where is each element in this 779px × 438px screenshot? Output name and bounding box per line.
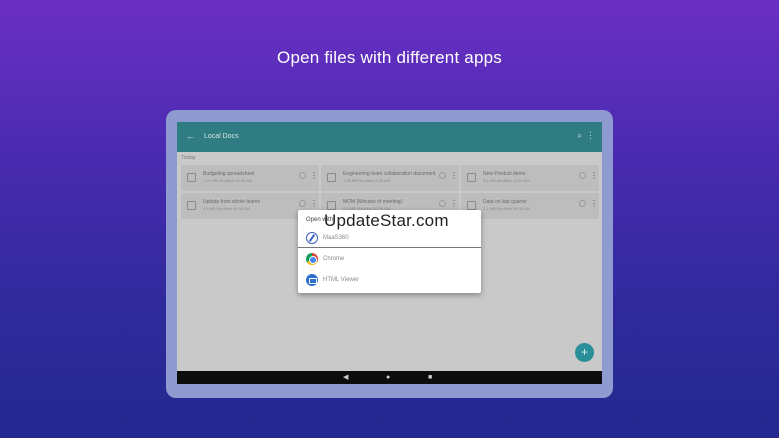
nav-back-icon[interactable]: ◀ [343, 373, 348, 382]
file-meta: 0.8 MB Modified 10:33 AM [203, 206, 250, 211]
document-icon [327, 201, 336, 210]
file-item[interactable]: Budgeting spreadsheet 1.93 MB Modified 1… [181, 165, 319, 191]
nav-recents-icon[interactable]: ■ [428, 373, 432, 382]
search-icon[interactable]: ⌕ [578, 131, 582, 141]
share-icon[interactable] [579, 172, 586, 179]
file-more-icon[interactable]: ⋮ [590, 199, 598, 208]
add-fab-button[interactable]: + [575, 343, 594, 362]
system-nav-bar: ◀ ● ■ [177, 371, 602, 384]
share-icon[interactable] [439, 172, 446, 179]
maas360-icon [306, 232, 318, 244]
file-item[interactable]: New Product demo 5.6 MB Modified 11:02 A… [461, 165, 599, 191]
option-label: HTML Viewer [323, 277, 360, 283]
file-meta: 2.1 MB Modified 08:02 AM [483, 206, 530, 211]
file-more-icon[interactable]: ⋮ [450, 199, 458, 208]
option-label: Chrome [323, 256, 345, 262]
file-more-icon[interactable]: ⋮ [590, 171, 598, 180]
option-maas360[interactable]: MaaS360 [298, 229, 481, 247]
file-meta: 5.6 MB Modified 11:02 AM [483, 178, 530, 183]
file-more-icon[interactable]: ⋮ [310, 171, 318, 180]
share-icon[interactable] [439, 200, 446, 207]
headline: Open files with different apps [277, 48, 502, 67]
chrome-icon [306, 253, 318, 265]
file-name: Engineering team collaboration document [343, 171, 436, 177]
file-more-icon[interactable]: ⋮ [310, 199, 318, 208]
file-meta: 1.93 MB Modified 10:45 AM [203, 178, 253, 183]
file-item[interactable]: Data on last quarter 2.1 MB Modified 08:… [461, 193, 599, 219]
watermark-text: UpdateStar.com [324, 211, 449, 230]
back-arrow-icon[interactable]: ← [186, 131, 195, 141]
share-icon[interactable] [579, 200, 586, 207]
file-meta: 1.05 MB Modified 9:30 AM [343, 178, 390, 183]
nav-home-icon[interactable]: ● [386, 373, 390, 382]
file-name: Update from whole teams [203, 199, 260, 205]
app-bar-title: Local Docs [204, 133, 239, 140]
file-more-icon[interactable]: ⋮ [450, 171, 458, 180]
presentation-icon [467, 173, 476, 182]
option-label: MaaS360 [323, 235, 349, 241]
document-icon [327, 173, 336, 182]
option-html-viewer[interactable]: HTML Viewer [298, 271, 481, 289]
file-name: New Product demo [483, 171, 526, 177]
open-with-dialog: Open with UpdateStar.com MaaS360 Chrome … [298, 210, 481, 293]
spreadsheet-icon [467, 201, 476, 210]
section-header-today: Today [181, 155, 196, 161]
file-name: Data on last quarter [483, 199, 527, 205]
file-item[interactable]: Engineering team collaboration document … [321, 165, 459, 191]
share-icon[interactable] [299, 172, 306, 179]
document-icon [187, 201, 196, 210]
app-bar: ← Local Docs ⌕ ⋮ [177, 122, 602, 152]
overflow-menu-icon[interactable]: ⋮ [586, 130, 595, 141]
file-name: Budgeting spreadsheet [203, 171, 255, 177]
spreadsheet-icon [187, 173, 196, 182]
file-name: MOM (Minutes of meeting) [343, 199, 403, 205]
html-viewer-icon [306, 274, 318, 286]
share-icon[interactable] [299, 200, 306, 207]
dialog-divider [298, 247, 481, 248]
option-chrome[interactable]: Chrome [298, 250, 481, 268]
